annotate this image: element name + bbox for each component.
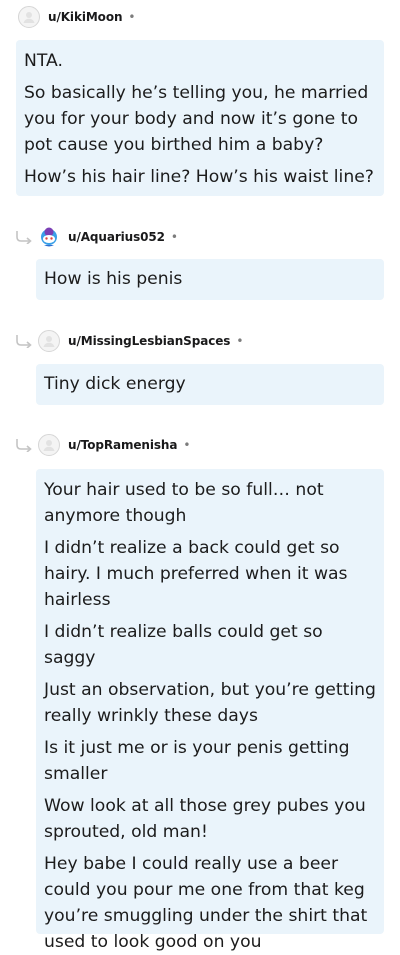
separator-dot: • <box>170 230 178 244</box>
comment-topramenisha: u/TopRamenisha • Your hair used to be so… <box>0 428 400 952</box>
comment-paragraph: Just an observation, but you’re getting … <box>44 680 376 726</box>
comment-body: How is his penis <box>36 259 384 300</box>
comment-paragraph: NTA. <box>24 51 63 71</box>
reply-thread-icon <box>16 231 32 244</box>
avatar[interactable] <box>38 434 60 456</box>
avatar[interactable] <box>38 330 60 352</box>
default-avatar-icon <box>43 440 55 451</box>
reply-thread-icon <box>16 335 32 348</box>
comment-body: Your hair used to be so full… not anymor… <box>36 469 384 952</box>
comment-paragraph: So basically he’s telling you, he marrie… <box>24 83 369 155</box>
comment-paragraph: I didn’t realize balls could get so sagg… <box>44 622 323 668</box>
comment-paragraph: Is it just me or is your penis getting s… <box>44 738 350 784</box>
separator-dot: • <box>128 10 136 24</box>
comment-header: u/KikiMoon • <box>0 0 400 34</box>
username[interactable]: u/KikiMoon <box>48 10 123 24</box>
comment-paragraph: How is his penis <box>44 269 183 289</box>
comment-paragraph: I didn’t realize a back could get so hai… <box>44 538 348 610</box>
username[interactable]: u/MissingLesbianSpaces <box>68 334 230 348</box>
comment-paragraph: Your hair used to be so full… not anymor… <box>44 480 324 526</box>
comment-aquarius052: u/Aquarius052 • How is his penis <box>0 220 400 300</box>
comment-kikimoon: u/KikiMoon • NTA. So basically he’s tell… <box>0 0 400 196</box>
comment-paragraph: Hey babe I could really use a beer could… <box>44 854 368 952</box>
separator-dot: • <box>236 334 244 348</box>
comment-body: NTA. So basically he’s telling you, he m… <box>16 40 384 196</box>
reply-thread-icon <box>16 439 32 452</box>
comment-paragraph: Wow look at all those grey pubes you spr… <box>44 796 366 842</box>
comment-header: u/TopRamenisha • <box>0 428 400 462</box>
comment-header: u/MissingLesbianSpaces • <box>0 324 400 358</box>
comment-header: u/Aquarius052 • <box>0 220 400 254</box>
comment-paragraph: Tiny dick energy <box>44 374 186 394</box>
default-avatar-icon <box>43 336 55 347</box>
username[interactable]: u/Aquarius052 <box>68 230 165 244</box>
comment-missinglesbianspaces: u/MissingLesbianSpaces • Tiny dick energ… <box>0 324 400 405</box>
comment-body: Tiny dick energy <box>36 364 384 405</box>
separator-dot: • <box>183 438 191 452</box>
default-avatar-icon <box>23 12 35 23</box>
comment-paragraph: How’s his hair line? How’s his waist lin… <box>24 167 374 187</box>
avatar[interactable] <box>38 226 60 248</box>
avatar[interactable] <box>18 6 40 28</box>
snoo-avatar-icon <box>41 227 57 247</box>
username[interactable]: u/TopRamenisha <box>68 438 177 452</box>
